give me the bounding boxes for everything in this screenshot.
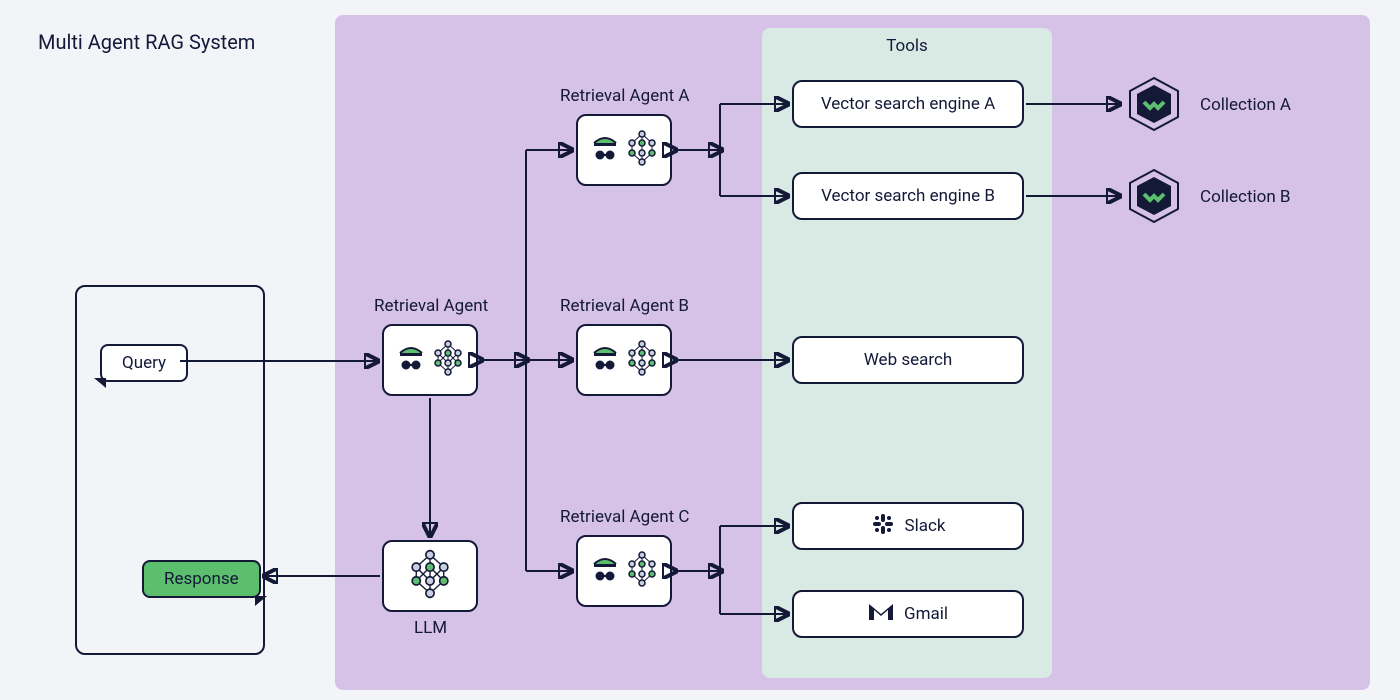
tool-vector-b: Vector search engine B (792, 172, 1024, 220)
gmail-icon (868, 602, 894, 627)
slack-icon (871, 512, 895, 541)
llm-box (382, 540, 478, 612)
diagram-title: Multi Agent RAG System (38, 30, 255, 54)
tool-slack: Slack (792, 502, 1024, 550)
agent-a-label: Retrieval Agent A (560, 86, 689, 106)
response-bubble: Response (142, 560, 261, 598)
collection-b-icon (1124, 166, 1184, 226)
agent-b-box (576, 324, 672, 396)
tool-vector-a: Vector search engine A (792, 80, 1024, 128)
neural-net-icon (626, 340, 658, 380)
agent-b-label: Retrieval Agent B (560, 296, 689, 316)
agent-icon (590, 133, 620, 167)
agent-icon (590, 343, 620, 377)
agent-c-label: Retrieval Agent C (560, 507, 689, 527)
collection-b-label: Collection B (1200, 187, 1291, 207)
neural-net-icon (408, 549, 452, 603)
retrieval-agent-label: Retrieval Agent (374, 296, 488, 316)
collection-a-label: Collection A (1200, 95, 1291, 115)
query-bubble: Query (100, 344, 188, 382)
llm-label: LLM (414, 618, 447, 638)
agent-icon (396, 343, 426, 377)
agent-icon (590, 554, 620, 588)
tool-web-search: Web search (792, 336, 1024, 384)
neural-net-icon (432, 340, 464, 380)
collection-a-icon (1124, 74, 1184, 134)
tool-gmail: Gmail (792, 590, 1024, 638)
neural-net-icon (626, 551, 658, 591)
neural-net-icon (626, 130, 658, 170)
tools-label: Tools (762, 36, 1052, 56)
user-container (75, 285, 265, 655)
tool-slack-label: Slack (905, 516, 946, 536)
tool-gmail-label: Gmail (904, 604, 948, 624)
retrieval-agent-box (382, 324, 478, 396)
agent-a-box (576, 114, 672, 186)
agent-c-box (576, 535, 672, 607)
